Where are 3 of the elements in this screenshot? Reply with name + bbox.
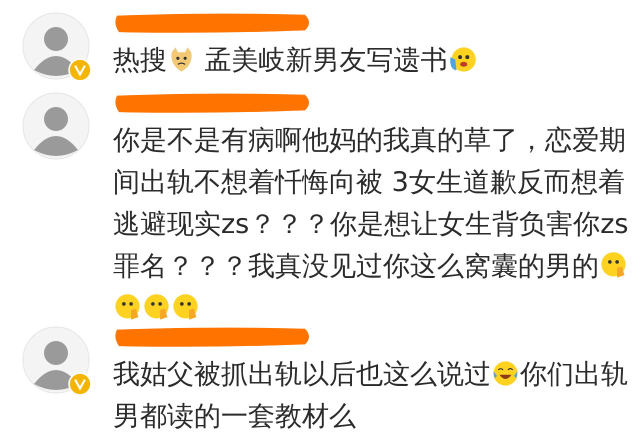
comment-text: 你是不是有病啊他妈的我真的草了，恋爱期间出轨不想着忏悔向被 3女生道歉反而想着逃避现实zs？？？你是想让女生背负害你zs罪名？？？我真没见过你这么窝囊的男的	[113, 120, 631, 330]
comment-text: 热搜 孟美岐新男友写遗书	[113, 40, 631, 82]
comment-text: 我姑父被抓出轨以后也这么说过 你们出轨男都读的一套教材么	[113, 358, 629, 434]
